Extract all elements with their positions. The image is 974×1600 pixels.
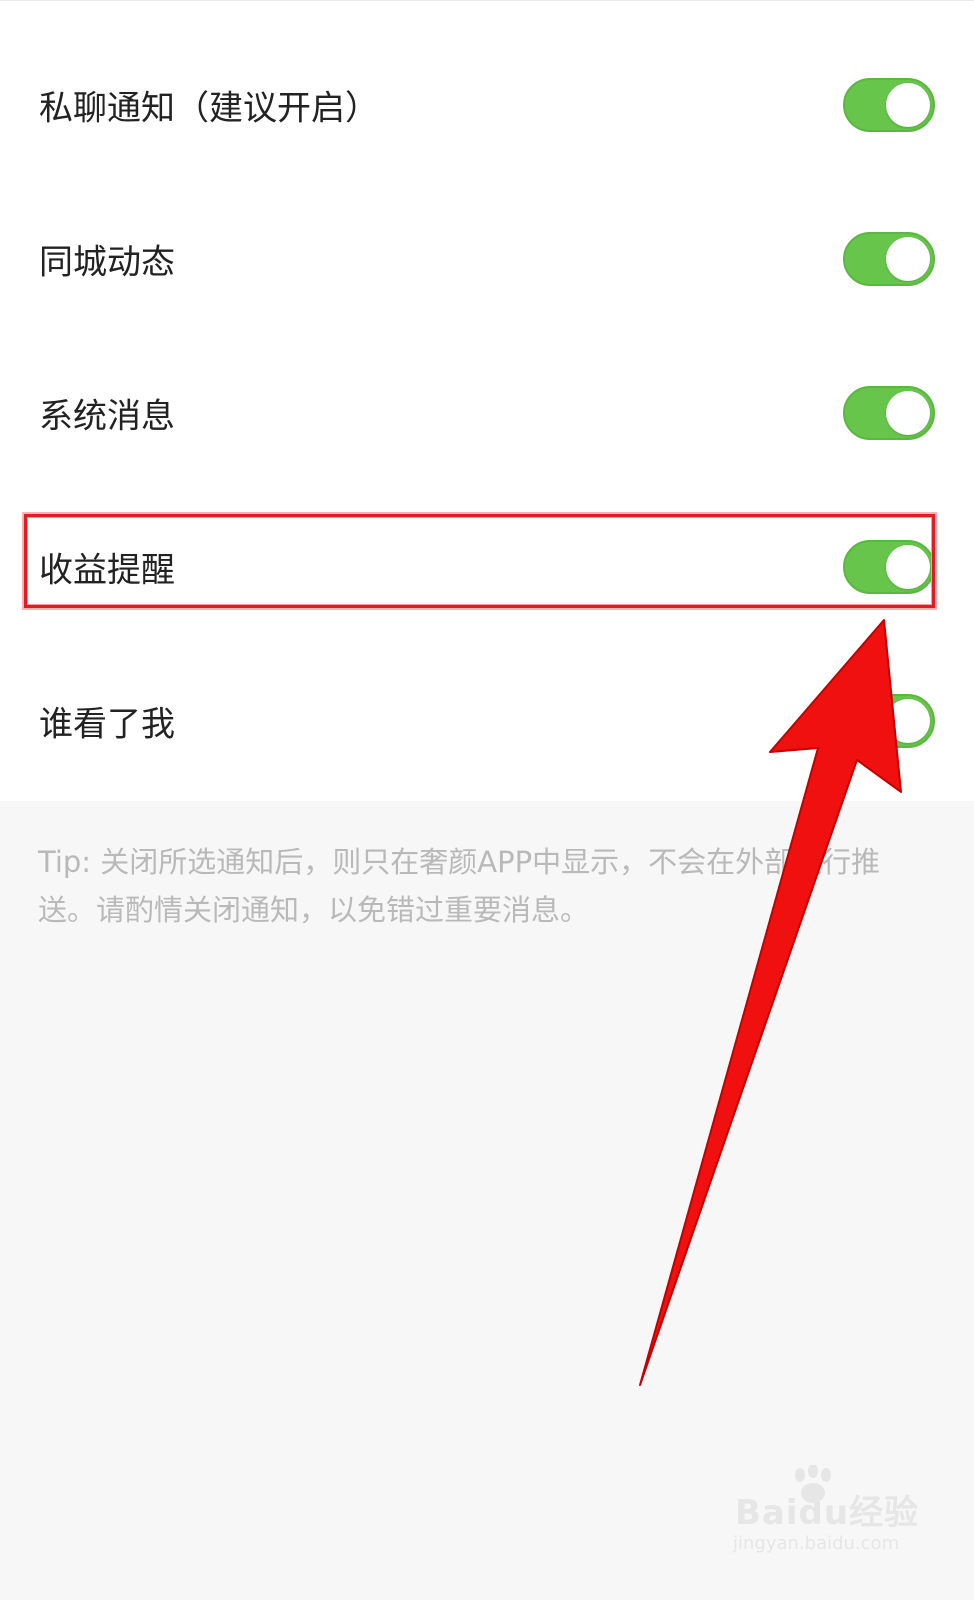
- setting-row-earnings-reminder[interactable]: 收益提醒: [0, 490, 974, 644]
- setting-row-system-messages[interactable]: 系统消息: [0, 336, 974, 490]
- setting-label-system-messages: 系统消息: [39, 396, 175, 437]
- private-chat-toggle[interactable]: [843, 78, 935, 132]
- baidu-jingyan-watermark: Baidu经验 jingyan.baidu.com: [730, 1465, 930, 1565]
- watermark-brand: Baidu经验: [735, 1493, 920, 1533]
- toggle-knob: [886, 237, 930, 281]
- toggle-knob: [886, 391, 930, 435]
- system-messages-toggle[interactable]: [843, 386, 935, 440]
- setting-row-private-chat[interactable]: 私聊通知（建议开启）: [0, 28, 974, 182]
- setting-label-who-viewed-me: 谁看了我: [39, 704, 175, 745]
- earnings-reminder-toggle[interactable]: [843, 540, 935, 594]
- notification-settings-panel: 私聊通知（建议开启） 同城动态 系统消息 收益提醒 谁看了我: [0, 0, 974, 801]
- setting-row-who-viewed-me[interactable]: 谁看了我: [0, 644, 974, 798]
- watermark-url: jingyan.baidu.com: [733, 1533, 900, 1554]
- tip-text: Tip: 关闭所选通知后，则只在奢颜APP中显示，不会在外部进行推送。请酌情关闭…: [38, 845, 881, 927]
- setting-label-earnings-reminder: 收益提醒: [39, 550, 175, 591]
- setting-row-local-feed[interactable]: 同城动态: [0, 182, 974, 336]
- who-viewed-me-toggle[interactable]: [843, 694, 935, 748]
- toggle-knob: [886, 545, 930, 589]
- toggle-knob: [886, 83, 930, 127]
- setting-label-private-chat: 私聊通知（建议开启）: [39, 88, 379, 129]
- setting-label-local-feed: 同城动态: [39, 242, 175, 283]
- toggle-knob: [886, 699, 930, 743]
- local-feed-toggle[interactable]: [843, 232, 935, 286]
